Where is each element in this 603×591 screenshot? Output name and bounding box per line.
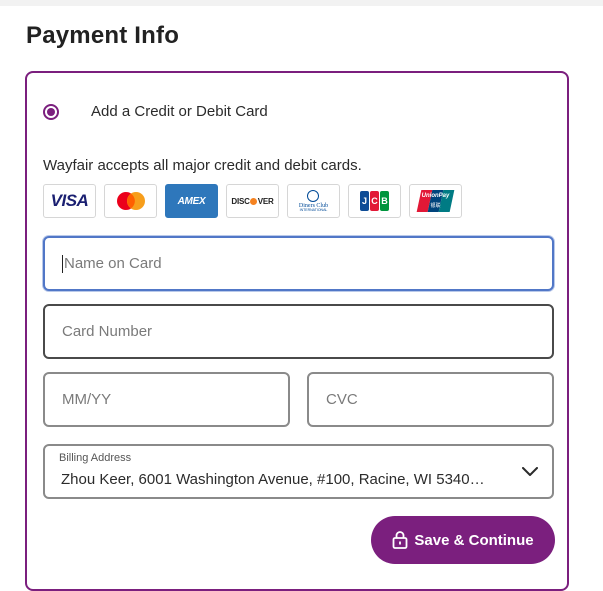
card-logos: VISA AMEX DISC VER Diners Club INTERNATIO… xyxy=(43,184,462,218)
jcb-logo: J C B xyxy=(348,184,401,218)
name-on-card-input[interactable]: Name on Card xyxy=(43,236,554,291)
amex-logo: AMEX xyxy=(165,184,218,218)
chevron-down-icon xyxy=(522,464,538,482)
billing-address-select[interactable]: Billing Address Zhou Keer, 6001 Washingt… xyxy=(43,444,554,499)
payment-option-card[interactable]: Add a Credit or Debit Card xyxy=(43,103,268,120)
unionpay-logo: UnionPay 银联 xyxy=(409,184,462,218)
billing-address-value: Zhou Keer, 6001 Washington Avenue, #100,… xyxy=(61,471,485,488)
billing-address-label: Billing Address xyxy=(59,452,132,464)
card-number-input[interactable]: Card Number xyxy=(43,304,554,359)
expiry-input[interactable]: MM/YY xyxy=(43,372,290,427)
name-on-card-placeholder: Name on Card xyxy=(64,255,162,272)
top-strip xyxy=(0,0,603,6)
visa-logo: VISA xyxy=(43,184,96,218)
discover-logo: DISC VER xyxy=(226,184,279,218)
save-continue-label: Save & Continue xyxy=(414,531,534,549)
save-continue-button[interactable]: Save & Continue xyxy=(371,516,555,564)
diners-club-logo: Diners Club INTERNATIONAL xyxy=(287,184,340,218)
accepted-cards-text: Wayfair accepts all major credit and deb… xyxy=(43,157,362,174)
expiry-placeholder: MM/YY xyxy=(62,391,112,408)
card-number-placeholder: Card Number xyxy=(62,323,153,340)
mastercard-logo xyxy=(104,184,157,218)
text-cursor xyxy=(62,254,63,273)
lock-icon xyxy=(393,531,408,549)
payment-option-label: Add a Credit or Debit Card xyxy=(91,103,268,120)
page-title: Payment Info xyxy=(26,22,180,49)
cvc-input[interactable]: CVC xyxy=(307,372,554,427)
cvc-placeholder: CVC xyxy=(326,391,358,408)
radio-button-selected[interactable] xyxy=(43,103,59,120)
